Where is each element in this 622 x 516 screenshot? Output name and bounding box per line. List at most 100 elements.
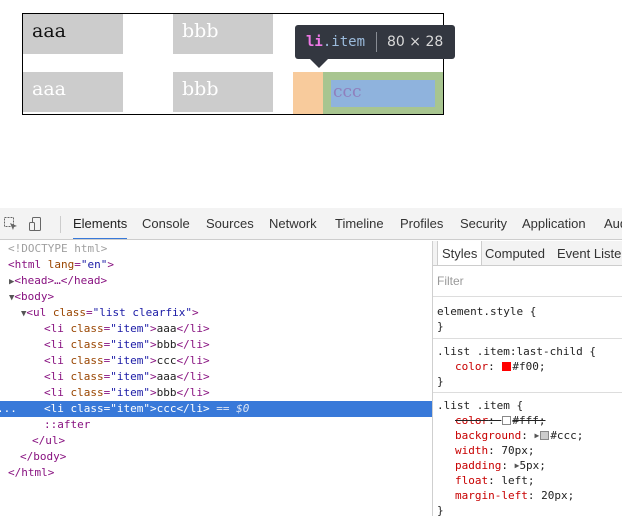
property-value: 5px; (519, 459, 546, 472)
dom-node-html[interactable]: <html lang="en"> (0, 257, 432, 273)
attr-value: "en" (80, 258, 108, 271)
device-mode-icon[interactable] (28, 216, 44, 232)
rule-selector[interactable]: .list .item:last-child { (437, 344, 596, 359)
dom-node-li[interactable]: <li class="item">ccc</li> (0, 353, 432, 369)
rule-divider (433, 338, 622, 339)
tab-sources[interactable]: Sources (206, 208, 254, 239)
property-value: #ccc; (550, 429, 584, 442)
css-property-width[interactable]: width: 70px; (455, 443, 535, 458)
tag-text: <html (8, 258, 42, 271)
tag-text: > (150, 354, 157, 367)
tab-security[interactable]: Security (460, 208, 507, 239)
color-swatch-icon[interactable] (502, 416, 512, 425)
css-property-color-overridden[interactable]: color: #fff; (455, 413, 546, 428)
tag-text: </li> (176, 386, 210, 399)
property-name: color (455, 360, 489, 373)
dom-node-li[interactable]: <li class="item">aaa</li> (0, 321, 432, 337)
tag-text: <ul (26, 306, 47, 319)
dom-node-ul[interactable]: ▼<ul class="list clearfix"> (0, 305, 432, 321)
list-item-text: aaa (32, 20, 66, 42)
dom-node-li[interactable]: <li class="item">bbb</li> (0, 337, 432, 353)
content-highlight: ccc (331, 80, 435, 107)
dom-node-doctype[interactable]: <!DOCTYPE html> (0, 241, 432, 257)
colon-text: : (501, 459, 515, 472)
property-value: 20px; (541, 489, 575, 502)
color-swatch-icon[interactable] (540, 431, 550, 440)
highlighted-list-item[interactable]: ccc (293, 72, 443, 114)
property-value: #f00; (512, 360, 546, 373)
dom-node-html-close[interactable]: </html> (0, 465, 432, 481)
tag-text: <head>…</head> (14, 274, 108, 287)
dom-node-ul-close[interactable]: </ul> (0, 433, 432, 449)
dom-node-after[interactable]: ::after (0, 417, 432, 433)
tab-computed[interactable]: Computed (485, 241, 545, 265)
colon-text: : (488, 474, 502, 487)
dom-node-li-selected[interactable]: ...<li class="item">ccc</li> == $0 (0, 401, 432, 417)
colon-text: : (527, 489, 542, 502)
css-property-color[interactable]: color: #f00; (455, 359, 546, 374)
property-value: #fff; (512, 414, 546, 427)
tab-application[interactable]: Application (522, 208, 586, 239)
css-property-margin-left[interactable]: margin-left: 20px; (455, 488, 574, 503)
list-item[interactable]: bbb (173, 72, 273, 112)
attr-name: class (70, 386, 104, 399)
rule-close-brace: } (437, 504, 444, 516)
tab-timeline[interactable]: Timeline (335, 208, 384, 239)
list-item[interactable]: aaa (23, 72, 123, 112)
attr-name: class (52, 306, 87, 319)
element-inspector-tooltip: li .item 80 × 28 (295, 25, 455, 59)
tab-console[interactable]: Console (142, 208, 190, 239)
tag-text: <li (44, 322, 64, 335)
tab-network[interactable]: Network (269, 208, 317, 239)
devtools-toolbar: Elements Console Sources Network Timelin… (0, 208, 622, 240)
tag-text: <body> (14, 290, 55, 303)
node-text: aaa (156, 370, 177, 383)
selected-node-marker: == $0 (209, 402, 250, 415)
styles-filter-input[interactable]: Filter (437, 274, 464, 288)
tag-text: > (150, 322, 157, 335)
attr-value: "item" (110, 402, 150, 415)
dom-node-head[interactable]: ▶<head>…</head> (0, 273, 432, 289)
color-swatch-icon[interactable] (502, 362, 512, 371)
property-name: color (455, 414, 489, 427)
tooltip-class: .item (322, 34, 366, 50)
tag-text: </html> (8, 466, 55, 479)
styles-pane: Styles Computed Event Listeners Filter e… (433, 241, 622, 516)
attr-value: "item" (110, 322, 150, 335)
dom-node-body[interactable]: ▼<body> (0, 289, 432, 305)
tab-styles[interactable]: Styles (437, 241, 483, 265)
property-name: width (455, 444, 489, 457)
more-options-icon[interactable]: ... (0, 401, 17, 417)
list-item[interactable]: aaa (23, 14, 123, 54)
attr-name: class (70, 354, 104, 367)
list-item[interactable]: bbb (173, 14, 273, 54)
property-name: padding (455, 459, 502, 472)
dom-node-body-close[interactable]: </body> (0, 449, 432, 465)
tab-event-listeners[interactable]: Event Listeners (557, 241, 622, 265)
tag-text: </ul> (32, 434, 66, 447)
tab-elements[interactable]: Elements (73, 208, 128, 239)
colon-text: : (521, 429, 535, 442)
css-property-float[interactable]: float: left; (455, 473, 535, 488)
rule-divider (433, 296, 622, 297)
pseudo-element-text: ::after (44, 418, 91, 431)
inspect-element-icon[interactable] (3, 216, 19, 232)
list-item-text: bbb (182, 78, 219, 100)
css-property-background[interactable]: background: ▶ #ccc; (455, 428, 583, 443)
tab-audits[interactable]: Audits (604, 208, 622, 239)
property-value: 70px; (501, 444, 535, 457)
css-property-padding[interactable]: padding: ▶5px; (455, 458, 546, 473)
property-name: background (455, 429, 522, 442)
attr-value: "item" (110, 354, 150, 367)
colon-text: : (488, 414, 502, 427)
tag-text: </li> (176, 354, 210, 367)
rule-selector[interactable]: .list .item { (437, 398, 523, 413)
rule-selector[interactable]: element.style { (437, 304, 536, 319)
rule-divider (433, 392, 622, 393)
attr-name: class (70, 402, 104, 415)
tab-profiles[interactable]: Profiles (400, 208, 443, 239)
dom-node-li[interactable]: <li class="item">bbb</li> (0, 385, 432, 401)
expand-arrow-icon[interactable]: ▶ (534, 428, 539, 443)
dom-node-li[interactable]: <li class="item">aaa</li> (0, 369, 432, 385)
node-text: ccc (156, 402, 177, 415)
